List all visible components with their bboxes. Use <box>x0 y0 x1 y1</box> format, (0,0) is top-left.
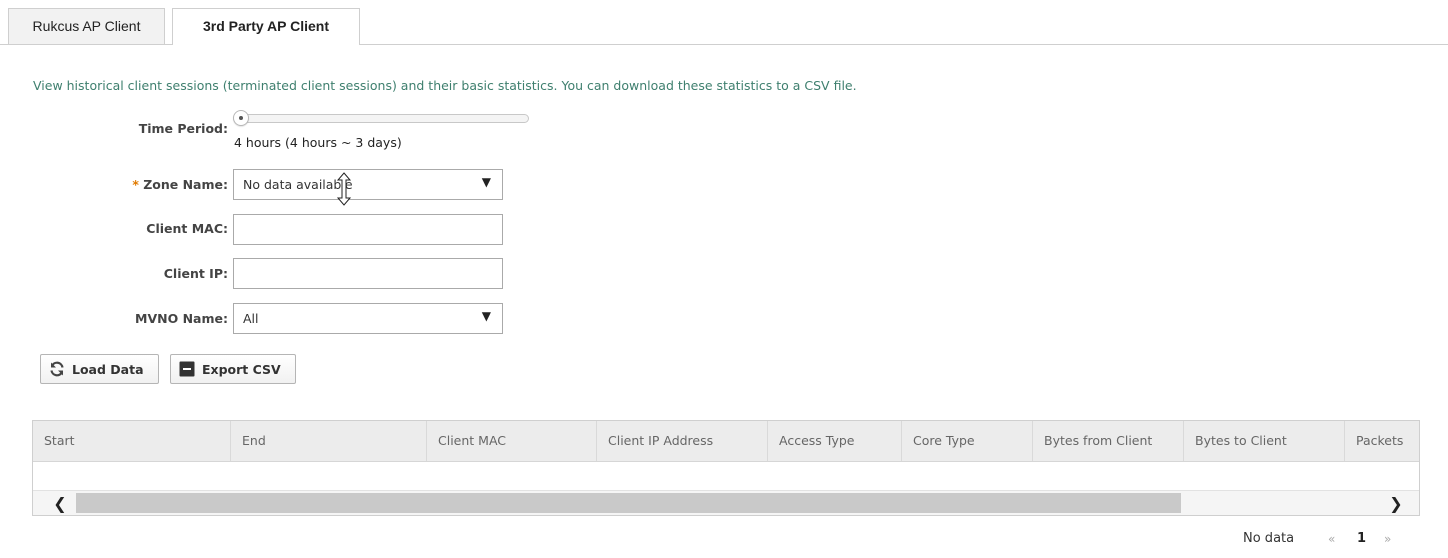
refresh-icon <box>50 361 64 377</box>
mvno-name-label: MVNO Name: <box>135 311 228 326</box>
scroll-right-icon[interactable]: ❯ <box>1381 491 1411 515</box>
column-header-client-ip-address[interactable]: Client IP Address <box>597 421 768 461</box>
client-mac-label: Client MAC: <box>146 221 228 236</box>
export-csv-label: Export CSV <box>202 361 281 377</box>
load-data-label: Load Data <box>72 361 144 377</box>
column-header-packets[interactable]: Packets <box>1345 421 1419 461</box>
pager-prev-button[interactable]: « <box>1328 532 1335 546</box>
table-header: Start End Client MAC Client IP Address A… <box>33 421 1419 462</box>
client-ip-label: Client IP: <box>163 266 228 281</box>
load-data-button[interactable]: Load Data <box>40 354 159 384</box>
time-period-label: Time Period: <box>138 121 228 136</box>
chevron-down-icon: ▼ <box>481 175 491 189</box>
page-description: View historical client sessions (termina… <box>33 78 857 93</box>
time-period-slider-track[interactable] <box>233 114 529 123</box>
time-period-slider-handle[interactable] <box>233 110 249 126</box>
column-header-bytes-to-client[interactable]: Bytes to Client <box>1184 421 1345 461</box>
column-header-bytes-from-client[interactable]: Bytes from Client <box>1033 421 1184 461</box>
pager-next-button[interactable]: » <box>1384 532 1391 546</box>
pager-status: No data <box>1243 531 1295 546</box>
column-header-end[interactable]: End <box>231 421 427 461</box>
column-header-core-type[interactable]: Core Type <box>902 421 1033 461</box>
column-header-access-type[interactable]: Access Type <box>768 421 902 461</box>
mvno-name-select[interactable]: All ▼ <box>233 303 503 334</box>
export-csv-button[interactable]: Export CSV <box>170 354 296 384</box>
column-header-start[interactable]: Start <box>33 421 231 461</box>
export-icon <box>179 361 195 377</box>
client-mac-input[interactable] <box>233 214 503 245</box>
horizontal-scrollbar[interactable]: ❮ ❯ <box>33 490 1419 515</box>
pager-page-number[interactable]: 1 <box>1357 531 1366 546</box>
resize-cursor-icon <box>336 172 352 206</box>
zone-name-label: * Zone Name: <box>28 177 228 192</box>
tab-bar: Rukcus AP Client 3rd Party AP Client <box>0 0 1448 45</box>
sessions-table: Start End Client MAC Client IP Address A… <box>32 420 1420 516</box>
client-ip-input[interactable] <box>233 258 503 289</box>
scroll-left-icon[interactable]: ❮ <box>45 491 75 515</box>
mvno-name-value: All <box>243 311 259 326</box>
required-marker: * <box>132 177 139 192</box>
column-header-client-mac[interactable]: Client MAC <box>427 421 597 461</box>
tab-3rd-party-ap-client[interactable]: 3rd Party AP Client <box>172 8 360 45</box>
time-period-value: 4 hours (4 hours ~ 3 days) <box>234 135 402 150</box>
zone-name-label-text: Zone Name: <box>143 177 228 192</box>
chevron-down-icon: ▼ <box>481 309 491 323</box>
tab-ruckus-ap-client[interactable]: Rukcus AP Client <box>8 8 165 44</box>
scrollbar-thumb[interactable] <box>76 493 1181 513</box>
zone-name-select[interactable]: No data available ▼ <box>233 169 503 200</box>
